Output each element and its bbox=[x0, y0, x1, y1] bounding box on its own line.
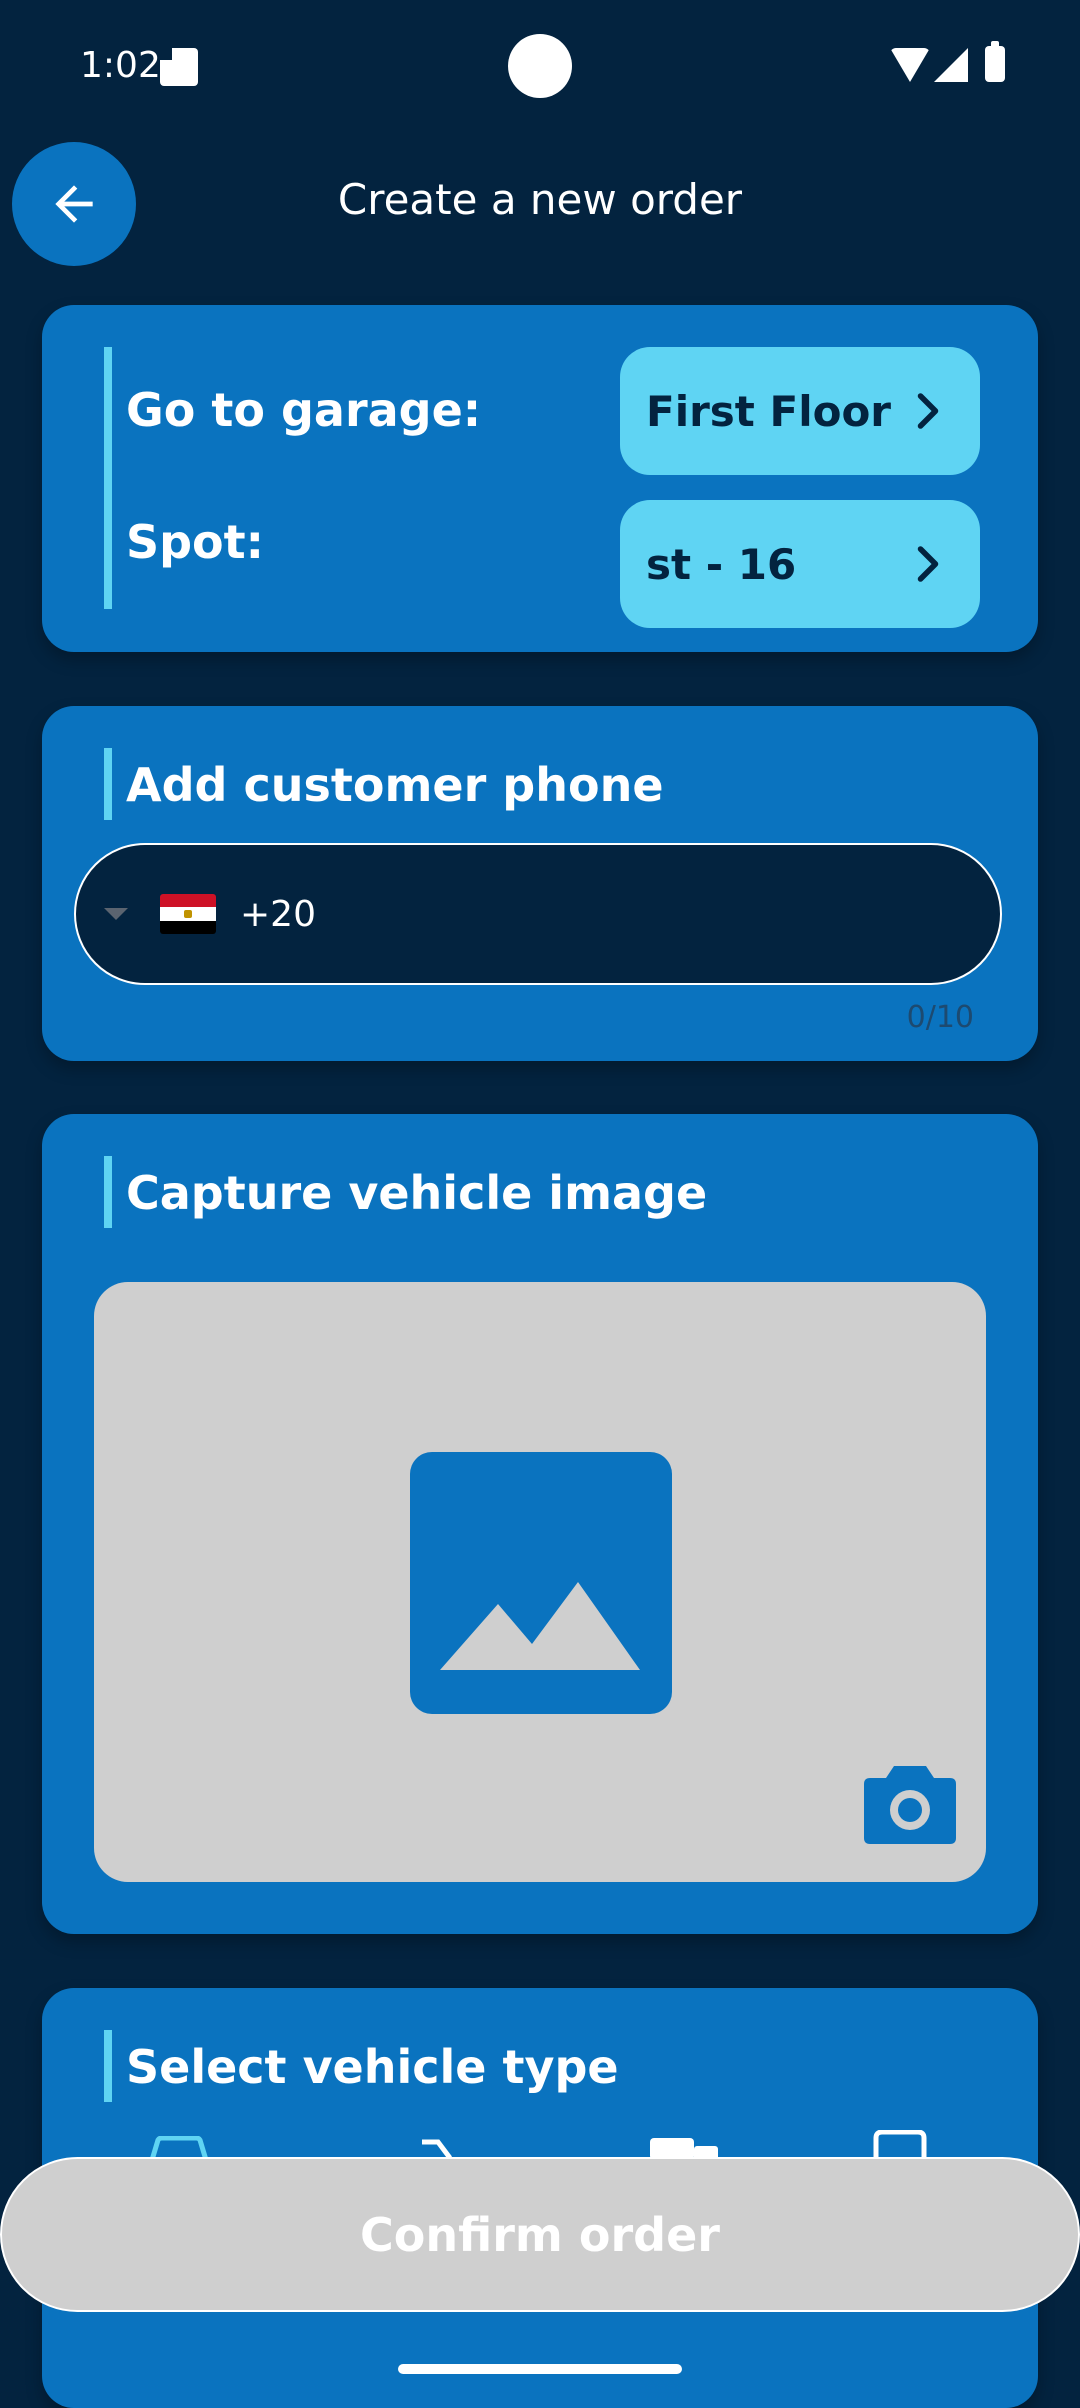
image-card-title: Capture vehicle image bbox=[126, 1166, 708, 1220]
phone-card: Add customer phone +20 0/10 bbox=[42, 706, 1038, 1061]
signal-icon bbox=[934, 48, 968, 82]
phone-card-title: Add customer phone bbox=[126, 758, 664, 812]
spot-value: st - 16 bbox=[646, 539, 797, 589]
bus-icon[interactable] bbox=[872, 2130, 928, 2160]
home-indicator[interactable] bbox=[398, 2364, 682, 2374]
country-dropdown-icon[interactable] bbox=[104, 908, 128, 920]
accent-bar bbox=[104, 2030, 112, 2102]
battery-icon bbox=[985, 41, 1005, 82]
accent-bar bbox=[104, 347, 112, 609]
phone-input[interactable]: +20 bbox=[74, 843, 1002, 985]
status-time: 1:02 bbox=[80, 45, 161, 86]
chevron-right-icon bbox=[917, 546, 939, 582]
image-placeholder-icon bbox=[410, 1452, 672, 1714]
country-code: +20 bbox=[240, 893, 316, 935]
garage-label: Go to garage: bbox=[126, 383, 482, 437]
egypt-flag-icon bbox=[160, 894, 216, 934]
spot-select-button[interactable]: st - 16 bbox=[620, 500, 980, 628]
location-card: Go to garage: Spot: First Floor st - 16 bbox=[42, 305, 1038, 652]
sd-card-icon bbox=[160, 48, 198, 86]
wifi-icon bbox=[890, 48, 930, 82]
accent-bar bbox=[104, 748, 112, 820]
accent-bar bbox=[104, 1156, 112, 1228]
garage-value: First Floor bbox=[646, 386, 892, 436]
character-counter: 0/10 bbox=[906, 1000, 974, 1035]
chevron-right-icon bbox=[917, 393, 939, 429]
vehicle-image-area[interactable] bbox=[94, 1282, 986, 1882]
garage-select-button[interactable]: First Floor bbox=[620, 347, 980, 475]
camera-icon[interactable] bbox=[864, 1762, 956, 1844]
page-title: Create a new order bbox=[337, 175, 743, 224]
vehicle-type-title: Select vehicle type bbox=[126, 2040, 619, 2094]
camera-cutout bbox=[508, 34, 572, 98]
confirm-order-button[interactable]: Confirm order bbox=[0, 2157, 1080, 2312]
spot-label: Spot: bbox=[126, 515, 265, 569]
vehicle-image-card: Capture vehicle image bbox=[42, 1114, 1038, 1934]
